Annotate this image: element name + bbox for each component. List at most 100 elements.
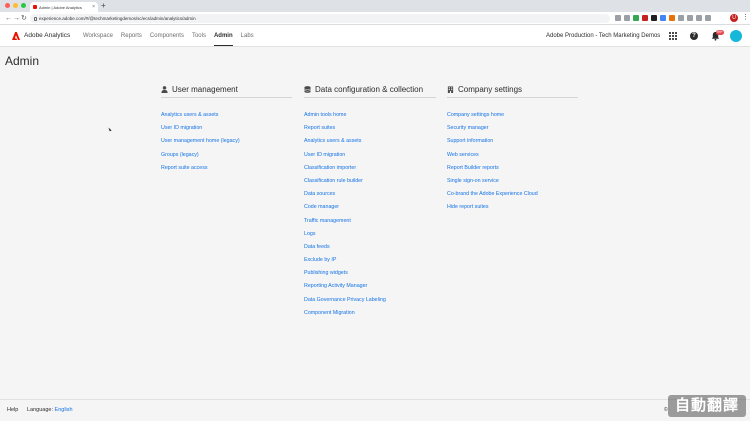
translation-watermark: 自動翻譯: [668, 395, 746, 417]
new-tab-button[interactable]: +: [101, 1, 106, 11]
nav-item-admin[interactable]: Admin: [213, 31, 233, 46]
list-item: User ID migration: [161, 120, 292, 133]
adobe-logo-icon[interactable]: [12, 32, 20, 40]
extension-icon[interactable]: [660, 15, 666, 21]
admin-link[interactable]: Support information: [447, 138, 493, 144]
list-item: Data feeds: [304, 239, 436, 252]
section-title: User management: [172, 84, 238, 94]
admin-link[interactable]: User ID migration: [304, 152, 345, 158]
browser-toolbar: ← → ↻ experience.adobe.com/#/@techmarket…: [0, 12, 750, 25]
admin-link[interactable]: Traffic management: [304, 218, 351, 224]
maximize-window-button[interactable]: [21, 3, 26, 8]
link-list: Company settings home Security manager Sup…: [447, 107, 578, 213]
section-header: Data configuration & collection: [304, 84, 436, 98]
list-item: Admin tools home: [304, 107, 436, 120]
admin-link[interactable]: Data Governance Privacy Labeling: [304, 297, 386, 303]
language-value[interactable]: English: [55, 407, 73, 413]
list-item: Company settings home: [447, 107, 578, 120]
notification-badge: 99+: [716, 30, 724, 35]
admin-link[interactable]: Security manager: [447, 125, 489, 131]
admin-link[interactable]: Classification importer: [304, 165, 356, 171]
section-header: User management: [161, 84, 292, 98]
admin-link[interactable]: Single sign-on service: [447, 178, 499, 184]
admin-link[interactable]: Admin tools home: [304, 112, 346, 118]
extension-icon[interactable]: [615, 15, 621, 21]
extension-icon[interactable]: [687, 15, 693, 21]
admin-link[interactable]: Publishing widgets: [304, 270, 348, 276]
extension-icon[interactable]: [624, 15, 630, 21]
admin-link[interactable]: User management home (legacy): [161, 138, 240, 144]
profile-avatar[interactable]: U: [730, 14, 738, 22]
list-item: Report Builder reports: [447, 160, 578, 173]
list-item: Report suites: [304, 120, 436, 133]
list-item: Logs: [304, 226, 436, 239]
footer-help-link[interactable]: Help: [7, 407, 18, 413]
list-item: User ID migration: [304, 147, 436, 160]
nav-item-workspace[interactable]: Workspace: [83, 31, 113, 41]
admin-link[interactable]: Logs: [304, 231, 316, 237]
extension-icon[interactable]: [678, 15, 684, 21]
list-item: Support information: [447, 133, 578, 146]
browser-tab[interactable]: Admin | Adobe Analytics ×: [30, 2, 98, 12]
database-icon: [304, 85, 311, 93]
back-button[interactable]: ←: [5, 13, 12, 24]
extension-icon[interactable]: [669, 15, 675, 21]
admin-link[interactable]: Code manager: [304, 204, 339, 210]
admin-link[interactable]: Report Builder reports: [447, 165, 499, 171]
nav-item-labs[interactable]: Labs: [241, 31, 254, 41]
app-brand[interactable]: Adobe Analytics: [24, 31, 70, 41]
nav-item-components[interactable]: Components: [150, 31, 184, 41]
extension-icon[interactable]: [633, 15, 639, 21]
admin-link[interactable]: User ID migration: [161, 125, 202, 131]
tab-title: Admin | Adobe Analytics: [39, 4, 82, 10]
address-bar[interactable]: experience.adobe.com/#/@techmarketingdem…: [30, 14, 610, 23]
admin-link[interactable]: Web services: [447, 152, 479, 158]
admin-link[interactable]: Data feeds: [304, 244, 330, 250]
list-item: Hide report suites: [447, 199, 578, 212]
admin-link[interactable]: Hide report suites: [447, 204, 489, 210]
browser-menu-icon[interactable]: ⋮: [742, 13, 749, 21]
forward-button[interactable]: →: [13, 13, 20, 24]
list-item: Web services: [447, 147, 578, 160]
admin-link[interactable]: Classification rule builder: [304, 178, 363, 184]
close-window-button[interactable]: [5, 3, 10, 8]
admin-link[interactable]: Analytics users & assets: [304, 138, 361, 144]
admin-link[interactable]: Reporting Activity Manager: [304, 283, 367, 289]
page-footer: Help Language: English ©: [0, 399, 750, 421]
user-avatar[interactable]: [730, 30, 742, 42]
list-item: Analytics users & assets: [304, 133, 436, 146]
admin-link[interactable]: Company settings home: [447, 112, 504, 118]
extension-icon[interactable]: [705, 15, 711, 21]
language-label: Language:: [27, 407, 53, 413]
apps-grid-icon[interactable]: [669, 32, 677, 40]
admin-link[interactable]: Report suites: [304, 125, 335, 131]
nav-item-reports[interactable]: Reports: [121, 31, 142, 41]
list-item: Code manager: [304, 199, 436, 212]
lock-icon: [34, 16, 37, 21]
admin-link[interactable]: Report suite access: [161, 165, 208, 171]
admin-link[interactable]: Groups (legacy): [161, 152, 199, 158]
user-management-section: User management Analytics users & assets…: [161, 84, 292, 173]
minimize-window-button[interactable]: [13, 3, 18, 8]
company-settings-section: Company settings Company settings home Se…: [447, 84, 578, 213]
link-list: Analytics users & assets User ID migratio…: [161, 107, 292, 173]
admin-link[interactable]: Exclude by IP: [304, 257, 336, 263]
extension-icon[interactable]: [651, 15, 657, 21]
link-list: Admin tools home Report suites Analytics u…: [304, 107, 436, 318]
admin-link[interactable]: Analytics users & assets: [161, 112, 218, 118]
admin-link[interactable]: Data sources: [304, 191, 335, 197]
main-nav: Workspace Reports Components Tools Admin Labs: [83, 31, 254, 46]
list-item: Single sign-on service: [447, 173, 578, 186]
language-selector[interactable]: Language: English: [27, 407, 73, 413]
extension-icon[interactable]: [696, 15, 702, 21]
nav-item-tools[interactable]: Tools: [192, 31, 206, 41]
org-switcher[interactable]: Adobe Production - Tech Marketing Demos: [546, 31, 660, 41]
extension-icon[interactable]: [642, 15, 648, 21]
tab-close-icon[interactable]: ×: [92, 4, 95, 10]
admin-link[interactable]: Co-brand the Adobe Experience Cloud: [447, 191, 538, 197]
list-item: Data Governance Privacy Labeling: [304, 292, 436, 305]
url-text: experience.adobe.com/#/@techmarketingdem…: [39, 16, 196, 21]
admin-link[interactable]: Component Migration: [304, 310, 355, 316]
reload-button[interactable]: ↻: [21, 13, 27, 24]
help-icon[interactable]: ?: [690, 32, 698, 40]
